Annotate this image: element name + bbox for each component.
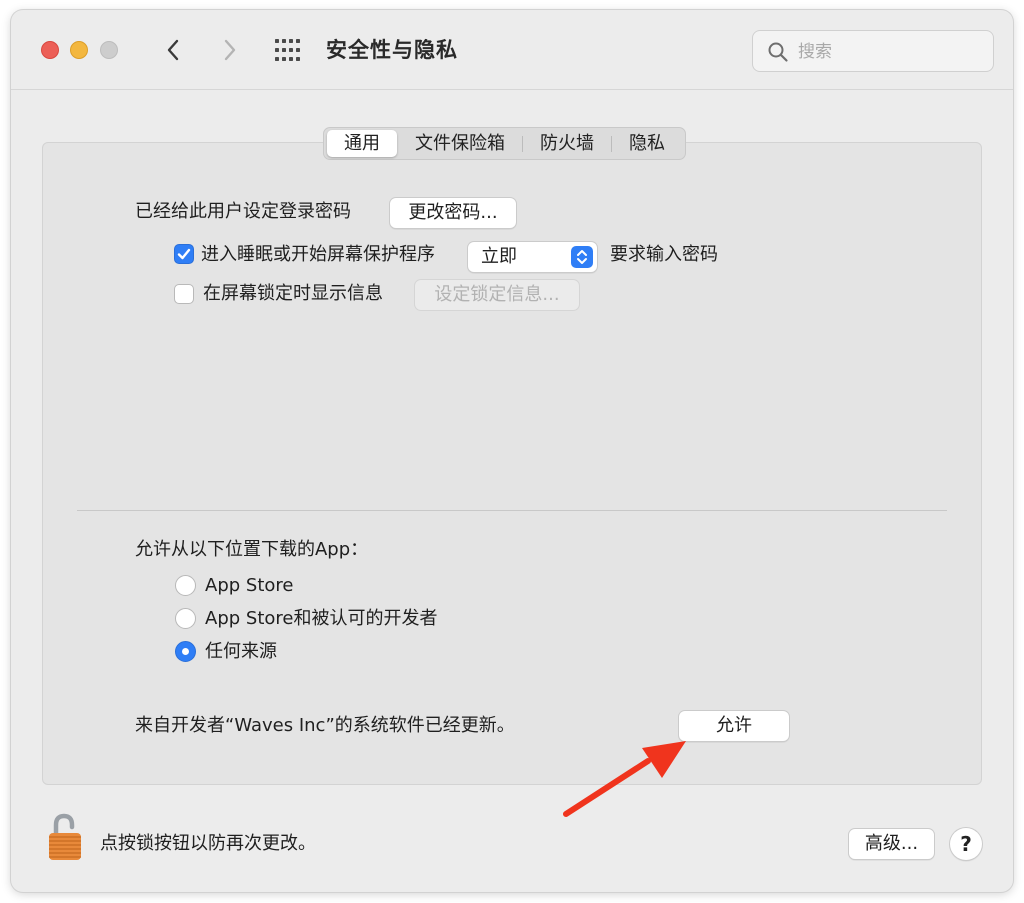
annotation-arrow-icon: [563, 741, 686, 817]
